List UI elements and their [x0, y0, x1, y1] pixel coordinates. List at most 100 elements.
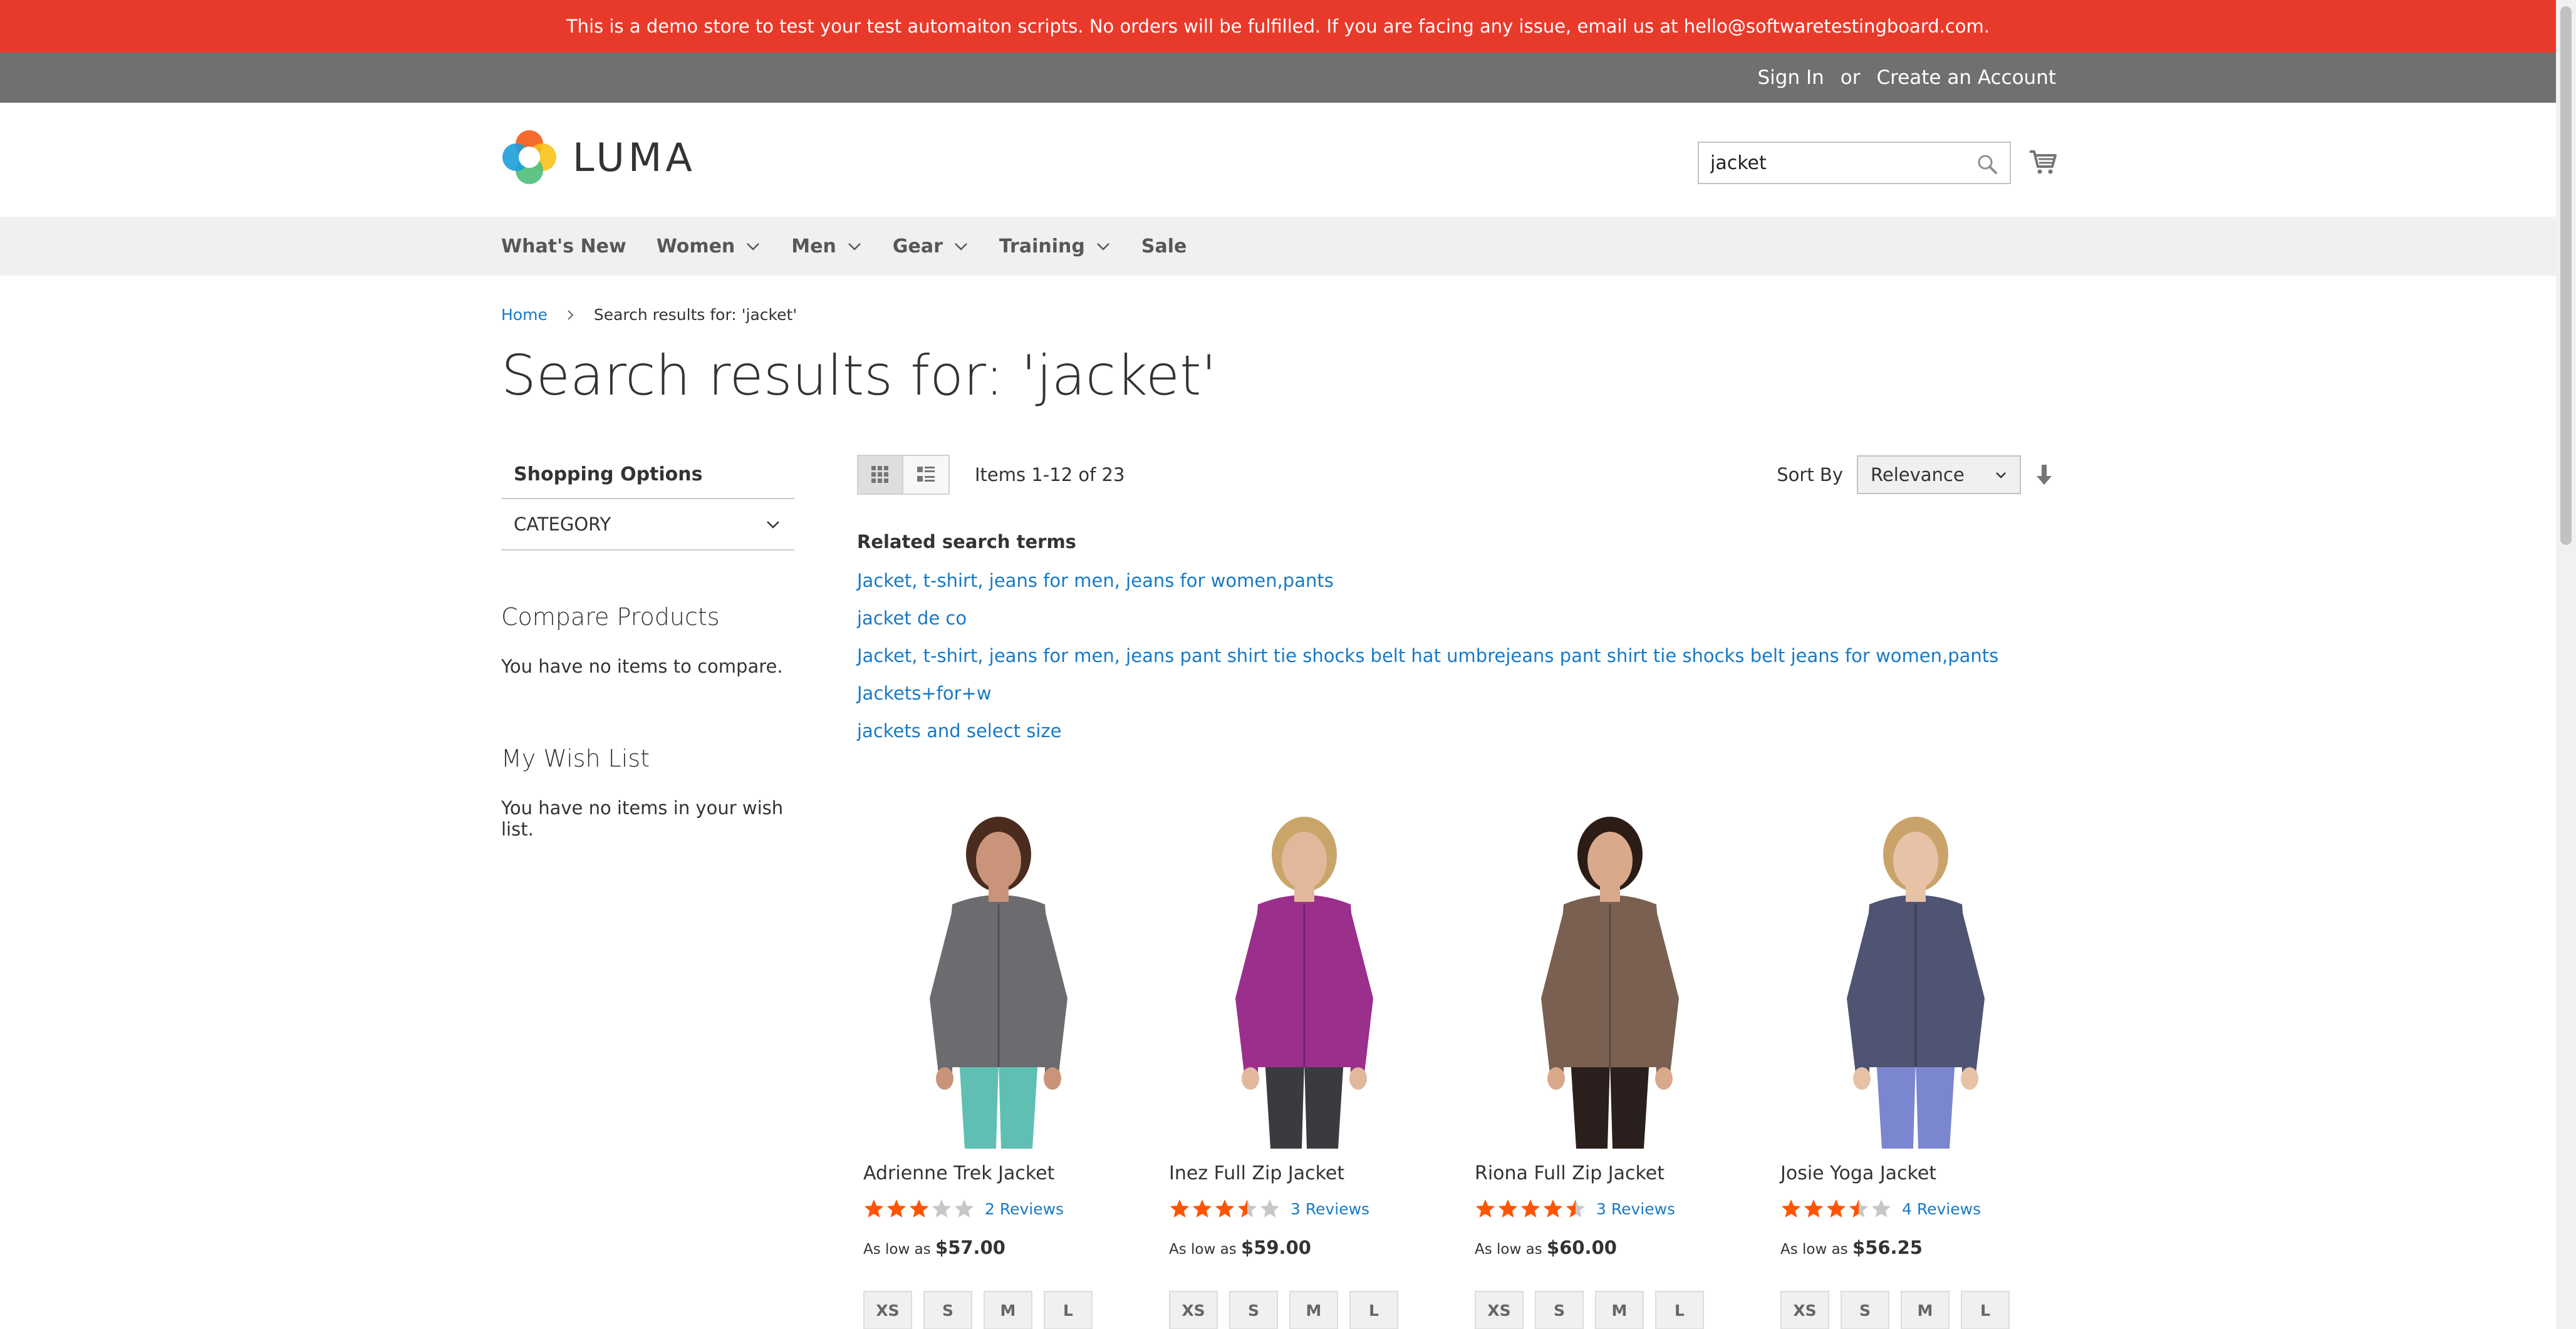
product-price: As low as $56.25 — [1774, 1237, 2080, 1258]
wishlist-title: My Wish List — [501, 745, 650, 772]
product-name-link[interactable]: Riona Full Zip Jacket — [1468, 1162, 1774, 1184]
page-scrollbar[interactable] — [2556, 0, 2576, 1329]
sort-direction-arrow-icon[interactable] — [2033, 462, 2055, 487]
size-swatch[interactable]: L — [1044, 1291, 1093, 1329]
related-term-link[interactable]: Jackets+for+w — [857, 683, 1998, 704]
or-text: or — [1840, 66, 1861, 89]
related-term-link[interactable]: Jacket, t-shirt, jeans for men, jeans pa… — [857, 645, 1998, 666]
account-bar: Sign In or Create an Account — [0, 53, 2556, 103]
size-swatch[interactable]: L — [1349, 1291, 1398, 1329]
nav-item-training[interactable]: Training — [999, 235, 1111, 257]
related-term-link[interactable]: Jacket, t-shirt, jeans for men, jeans fo… — [857, 570, 1998, 591]
star-icon — [1498, 1199, 1518, 1218]
size-swatches: XS S M L — [1163, 1291, 1468, 1329]
reviews-link[interactable]: 2 Reviews — [985, 1200, 1064, 1218]
product-name-link[interactable]: Inez Full Zip Jacket — [1163, 1162, 1468, 1184]
compare-empty-text: You have no items to compare. — [501, 656, 783, 677]
size-swatch[interactable]: S — [1229, 1291, 1278, 1329]
chevron-down-icon — [848, 243, 861, 251]
size-swatch[interactable]: M — [1289, 1291, 1338, 1329]
price-value: $57.00 — [935, 1237, 1005, 1258]
reviews-link[interactable]: 3 Reviews — [1596, 1200, 1675, 1218]
size-swatches: XS S M L — [857, 1291, 1163, 1329]
size-swatch[interactable]: S — [1535, 1291, 1584, 1329]
related-term-link[interactable]: jackets and select size — [857, 720, 1998, 742]
product-name-link[interactable]: Josie Yoga Jacket — [1774, 1162, 2080, 1184]
star-icon — [1520, 1199, 1540, 1218]
nav-item-gear[interactable]: Gear — [893, 235, 969, 257]
star-icon — [932, 1199, 952, 1218]
product-rating: 3 Reviews — [1468, 1198, 1774, 1219]
chevron-right-icon — [568, 309, 574, 320]
star-icon — [1215, 1199, 1235, 1218]
star-icon — [1192, 1199, 1212, 1218]
nav-item-men[interactable]: Men — [791, 235, 863, 257]
cart-icon[interactable] — [2027, 145, 2059, 177]
nav-item-sale[interactable]: Sale — [1141, 235, 1187, 257]
compare-products-title: Compare Products — [501, 603, 720, 631]
sidebar: Shopping Options CATEGORY Compare Produc… — [501, 451, 794, 840]
search-icon[interactable] — [1975, 152, 2000, 177]
grid-view-button[interactable] — [857, 455, 903, 495]
nav-item-women[interactable]: Women — [657, 235, 762, 257]
sort-by-select[interactable]: Relevance — [1857, 455, 2021, 494]
size-swatch[interactable]: M — [984, 1291, 1032, 1329]
star-icon — [1826, 1199, 1846, 1218]
size-swatch[interactable]: XS — [1780, 1291, 1829, 1329]
price-value: $59.00 — [1241, 1237, 1311, 1258]
product-grid: Adrienne Trek Jacket 2 Reviews As low as… — [857, 810, 2080, 1329]
breadcrumb-home-link[interactable]: Home — [501, 306, 548, 324]
product-card: Inez Full Zip Jacket 3 Reviews As low as… — [1163, 810, 1468, 1329]
product-rating: 4 Reviews — [1774, 1198, 2080, 1219]
size-swatch[interactable]: XS — [1475, 1291, 1524, 1329]
size-swatch[interactable]: M — [1901, 1291, 1950, 1329]
reviews-link[interactable]: 4 Reviews — [1902, 1200, 1981, 1218]
product-image[interactable] — [1782, 810, 2050, 1149]
search-input[interactable] — [1699, 144, 1962, 182]
related-term-link[interactable]: jacket de co — [857, 608, 1998, 629]
wishlist-empty-text: You have no items in your wish list. — [501, 797, 784, 840]
star-icon — [1260, 1199, 1280, 1218]
list-view-button[interactable] — [903, 455, 950, 495]
size-swatch[interactable]: XS — [863, 1291, 912, 1329]
star-icon — [1543, 1199, 1563, 1218]
product-image[interactable] — [1476, 810, 1744, 1149]
size-swatch[interactable]: L — [1961, 1291, 2010, 1329]
chevron-down-icon — [1096, 243, 1109, 251]
product-rating: 2 Reviews — [857, 1198, 1163, 1219]
reviews-link[interactable]: 3 Reviews — [1291, 1200, 1369, 1218]
star-icon — [886, 1199, 906, 1218]
product-rating: 3 Reviews — [1163, 1198, 1468, 1219]
size-swatch[interactable]: L — [1655, 1291, 1704, 1329]
size-swatch[interactable]: S — [1841, 1291, 1889, 1329]
size-swatch[interactable]: S — [923, 1291, 972, 1329]
product-image[interactable] — [1170, 810, 1438, 1149]
star-icon — [1237, 1199, 1257, 1218]
product-card: Josie Yoga Jacket 4 Reviews As low as $5… — [1774, 810, 2080, 1329]
price-value: $56.25 — [1852, 1237, 1923, 1258]
sign-in-link[interactable]: Sign In — [1757, 66, 1824, 89]
product-name-link[interactable]: Adrienne Trek Jacket — [857, 1162, 1163, 1184]
nav-item-whats-new[interactable]: What's New — [501, 235, 626, 257]
star-icon — [1871, 1199, 1891, 1218]
luma-logo[interactable]: LUMA — [501, 129, 696, 185]
price-value: $60.00 — [1547, 1237, 1617, 1258]
star-icon — [1566, 1199, 1586, 1218]
product-price: As low as $57.00 — [857, 1237, 1163, 1258]
category-filter[interactable]: CATEGORY — [501, 499, 794, 551]
size-swatch[interactable]: XS — [1169, 1291, 1218, 1329]
product-price: As low as $60.00 — [1468, 1237, 1774, 1258]
scrollbar-thumb[interactable] — [2560, 6, 2572, 545]
search-box — [1698, 142, 2011, 184]
view-mode-switcher — [857, 455, 950, 495]
breadcrumb: Home Search results for: 'jacket' — [501, 306, 797, 324]
product-image[interactable] — [865, 810, 1133, 1149]
create-account-link[interactable]: Create an Account — [1876, 66, 2056, 89]
star-icon — [909, 1199, 929, 1218]
luma-logo-icon — [502, 130, 556, 184]
products-toolbar: Items 1-12 of 23 Sort By Relevance — [857, 455, 2055, 495]
chevron-down-icon — [767, 521, 779, 529]
toolbar-amount: Items 1-12 of 23 — [975, 464, 1125, 485]
star-icon — [1849, 1199, 1869, 1218]
size-swatch[interactable]: M — [1595, 1291, 1644, 1329]
